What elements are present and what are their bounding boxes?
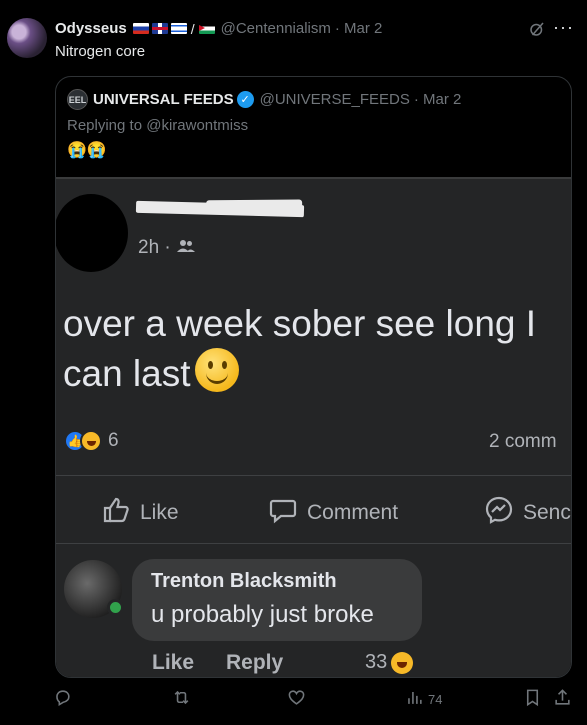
fb-comment-button: Comment [268, 495, 398, 531]
divider [56, 543, 571, 544]
reply-button[interactable] [53, 688, 72, 710]
view-count: 74 [428, 691, 443, 707]
quote-header: EEL UNIVERSAL FEEDS ✓ @UNIVERSE_FEEDS · … [67, 89, 461, 110]
analytics-icon [405, 688, 424, 710]
avatar[interactable] [7, 18, 47, 58]
fb-avatar [56, 194, 128, 272]
fb-send-button: Senc [484, 495, 571, 531]
divider [56, 475, 571, 476]
comment-bubble-icon [268, 495, 298, 531]
friends-icon [176, 237, 195, 259]
comment-reply-link: Reply [226, 651, 284, 674]
uk-flag-icon [151, 23, 168, 34]
retweet-button[interactable] [172, 688, 191, 710]
haha-reaction-icon [80, 430, 102, 452]
retweet-icon [172, 688, 191, 710]
israel-flag-icon [170, 23, 187, 34]
tweet-header: Odysseus / @Centennialism · Mar 2 [55, 20, 382, 37]
bookmark-button[interactable] [523, 688, 542, 710]
messenger-icon [484, 495, 514, 531]
comment-text: u probably just broke [151, 601, 374, 628]
fb-reactions: 👍 6 [64, 430, 119, 452]
comment-like-link: Like [152, 651, 195, 674]
quoted-tweet[interactable]: EEL UNIVERSAL FEEDS ✓ @UNIVERSE_FEEDS · … [55, 76, 572, 678]
more-options-icon[interactable]: ··· [553, 17, 574, 38]
quote-handle[interactable]: @UNIVERSE_FEEDS [260, 91, 410, 108]
like-button[interactable] [287, 688, 306, 710]
reply-icon [53, 688, 72, 710]
share-button[interactable] [553, 688, 572, 710]
fb-like-label: Like [140, 501, 179, 524]
comment-reactions: 33 [365, 651, 414, 674]
share-icon [553, 688, 572, 710]
quote-avatar: EEL [67, 89, 88, 110]
facebook-screenshot: 2h · over a week sober see long I can la… [56, 177, 571, 677]
quote-display-name[interactable]: UNIVERSAL FEEDS [93, 91, 234, 108]
fb-comment-label: Comment [307, 501, 399, 524]
palestine-flag-icon [198, 23, 215, 34]
fb-comments-count: 2 comm [489, 431, 557, 452]
tweet-action-bar: 74 [0, 688, 587, 712]
fb-send-label: Senc [523, 501, 571, 524]
replying-to: Replying to @kirawontmiss [67, 117, 249, 134]
fb-time-text: 2h · [138, 237, 171, 258]
heart-icon [287, 688, 306, 710]
russia-flag-icon [132, 23, 149, 34]
fb-post-time: 2h · [138, 237, 195, 259]
redacted-name [135, 200, 305, 218]
grok-icon[interactable] [528, 20, 546, 43]
bookmark-icon [523, 688, 542, 710]
display-name[interactable]: Odysseus [55, 20, 127, 37]
comment-reaction-count: 33 [365, 651, 388, 673]
quote-emoji: 😭😭 [67, 142, 107, 159]
fb-reaction-count: 6 [108, 430, 119, 451]
verified-badge-icon: ✓ [236, 91, 254, 108]
tweet-text: Nitrogen core [55, 43, 146, 60]
quote-date: · Mar 2 [413, 91, 462, 108]
tweet-date[interactable]: · Mar 2 [335, 20, 383, 37]
user-handle[interactable]: @Centennialism [221, 20, 331, 37]
fb-like-button: Like [101, 495, 179, 531]
smile-emoji-icon [194, 348, 239, 392]
haha-reaction-icon [391, 651, 414, 674]
commenter-name: Trenton Blacksmith [151, 570, 337, 592]
flag-separator: / [190, 20, 195, 37]
thumbs-up-icon [101, 495, 131, 531]
fb-post-text: over a week sober see long I can last [63, 300, 563, 398]
fb-post-text-content: over a week sober see long I can last [63, 303, 537, 394]
flag-emojis: / [132, 20, 215, 37]
views-button[interactable]: 74 [405, 688, 442, 710]
online-status-indicator [107, 599, 124, 616]
